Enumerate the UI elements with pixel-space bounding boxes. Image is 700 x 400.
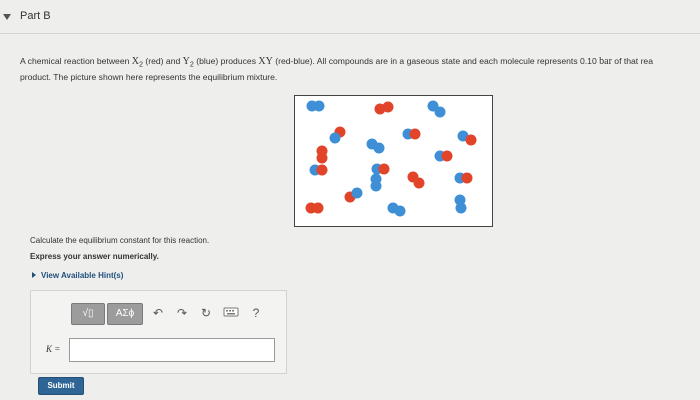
red-atom	[441, 150, 453, 162]
blue-atom	[455, 202, 467, 214]
answer-panel: √▯ AΣϕ ↶ ↷ ↻ ? K =	[30, 290, 287, 374]
red-atom	[312, 202, 324, 214]
redo-icon[interactable]: ↷	[175, 306, 189, 320]
submit-button[interactable]: Submit	[38, 377, 84, 395]
y2-molecule-17	[387, 202, 406, 217]
xy-molecule-7	[457, 130, 477, 146]
keyboard-icon[interactable]	[223, 306, 239, 320]
k-label: K =	[46, 344, 61, 354]
calculate-instruction: Calculate the equilibrium constant for t…	[30, 236, 210, 245]
red-atom	[461, 172, 473, 184]
problem-line-1: A chemical reaction between X2 (red) and…	[20, 56, 653, 69]
red-atom	[409, 128, 421, 140]
blue-atom	[370, 180, 382, 192]
problem-statement: A chemical reaction between X2 (red) and…	[20, 55, 700, 83]
blue-atom	[373, 142, 385, 154]
blue-atom	[394, 205, 406, 217]
greek-symbols-button[interactable]: AΣϕ	[107, 303, 143, 325]
blue-atom	[313, 100, 325, 112]
view-hints-link[interactable]: View Available Hint(s)	[32, 271, 123, 280]
xy-molecule-9	[434, 150, 453, 162]
undo-icon[interactable]: ↶	[151, 306, 165, 320]
xy-molecule-15	[344, 187, 363, 203]
problem-line-2: product. The picture shown here represen…	[20, 71, 278, 82]
help-icon[interactable]: ?	[249, 306, 263, 320]
reset-icon[interactable]: ↻	[199, 306, 213, 320]
part-title: Part B	[20, 10, 51, 22]
xy-molecule-4	[329, 126, 346, 144]
xy-molecule-10	[309, 164, 328, 176]
expand-triangle-icon	[32, 272, 36, 278]
x2-molecule-2	[374, 101, 394, 115]
y2-molecule-18	[454, 194, 467, 214]
blue-atom	[351, 187, 363, 199]
blue-atom	[329, 132, 341, 144]
xy-molecule-13	[454, 172, 473, 184]
xy-molecule-11	[371, 163, 390, 175]
equilibrium-mixture-picture	[294, 95, 493, 227]
red-atom	[316, 164, 328, 176]
red-atom	[382, 101, 394, 113]
express-instruction: Express your answer numerically.	[30, 252, 159, 261]
part-header[interactable]: Part B	[0, 0, 700, 34]
xy-molecule-14	[407, 171, 425, 189]
k-answer-input[interactable]	[69, 338, 275, 362]
y2-molecule-1	[306, 100, 325, 112]
red-atom	[316, 152, 328, 164]
y2-molecule-3	[427, 100, 446, 118]
molecule-diagram	[305, 100, 477, 217]
red-atom	[465, 134, 477, 146]
page: Part B A chemical reaction between X2 (r…	[0, 0, 700, 400]
x2-molecule-8	[316, 145, 328, 164]
collapse-caret-icon[interactable]	[3, 14, 11, 20]
templates-button[interactable]: √▯	[71, 303, 105, 325]
red-atom	[378, 163, 390, 175]
x2-molecule-16	[305, 202, 324, 214]
red-atom	[413, 177, 425, 189]
xy-molecule-5	[402, 128, 421, 140]
y2-molecule-12	[370, 173, 382, 192]
blue-atom	[434, 106, 446, 118]
y2-molecule-6	[366, 138, 385, 154]
